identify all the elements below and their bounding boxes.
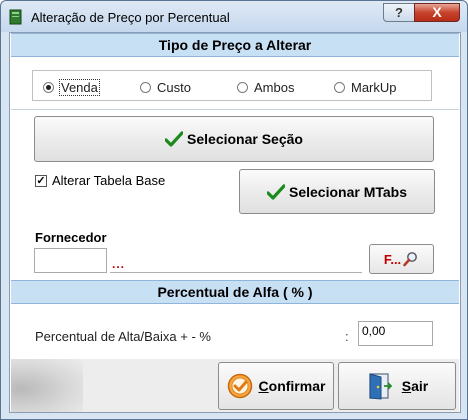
radio-custo[interactable]: Custo xyxy=(140,79,191,95)
title-bar[interactable]: Alteração de Preço por Percentual ? X xyxy=(1,1,467,32)
radio-markup-label: MarkUp xyxy=(351,79,397,95)
percent-field-label: Percentual de Alta/Baixa + - % xyxy=(35,329,211,344)
confirm-check-icon xyxy=(227,373,252,399)
select-mtabs-button[interactable]: Selecionar MTabs xyxy=(239,169,435,214)
close-button[interactable]: X xyxy=(414,3,460,22)
percent-header: Percentual de Alfa ( % ) xyxy=(11,280,459,304)
confirm-label: Confirmar xyxy=(258,378,326,394)
footer-bar: Confirmar Sair xyxy=(11,359,459,412)
check-icon xyxy=(266,183,285,200)
find-supplier-button[interactable]: F... xyxy=(369,244,434,274)
supplier-label: Fornecedor xyxy=(35,230,107,245)
price-type-radio-group: Venda Custo Ambos MarkUp xyxy=(32,70,432,101)
alter-base-table-label: Alterar Tabela Base xyxy=(52,173,166,188)
select-section-label: Selecionar Seção xyxy=(187,131,303,147)
percent-input[interactable]: 0,00 xyxy=(358,321,433,346)
divider xyxy=(11,109,459,110)
supplier-name-field xyxy=(110,272,362,273)
app-book-icon xyxy=(9,9,22,25)
radio-venda[interactable]: Venda xyxy=(43,78,100,96)
price-type-header: Tipo de Preço a Alterar xyxy=(11,33,459,57)
exit-door-icon xyxy=(369,373,393,400)
radio-ambos-label: Ambos xyxy=(254,79,295,95)
footer-decoration xyxy=(11,359,83,412)
radio-custo-indicator[interactable] xyxy=(140,81,151,93)
radio-ambos-indicator[interactable] xyxy=(237,81,248,93)
radio-markup-indicator[interactable] xyxy=(334,81,345,93)
help-button[interactable]: ? xyxy=(383,3,415,22)
confirm-button[interactable]: Confirmar xyxy=(218,362,334,410)
find-supplier-label: F... xyxy=(383,251,402,267)
check-icon xyxy=(165,131,184,147)
alter-base-table-checkbox[interactable]: ✓ Alterar Tabela Base xyxy=(35,173,165,188)
supplier-name-placeholder: ... xyxy=(112,257,126,271)
radio-markup[interactable]: MarkUp xyxy=(334,79,397,95)
supplier-code-input[interactable] xyxy=(34,248,107,273)
dialog-body: Tipo de Preço a Alterar Venda Custo Ambo… xyxy=(9,32,461,413)
dialog-window: Alteração de Preço por Percentual ? X Ti… xyxy=(0,0,468,420)
radio-venda-indicator[interactable] xyxy=(43,81,54,93)
alter-base-table-box[interactable]: ✓ xyxy=(35,174,47,187)
select-mtabs-label: Selecionar MTabs xyxy=(288,183,407,200)
window-title: Alteração de Preço por Percentual xyxy=(31,10,230,25)
exit-button[interactable]: Sair xyxy=(338,362,456,410)
magnifier-icon xyxy=(403,252,418,267)
exit-label: Sair xyxy=(401,378,429,394)
radio-ambos[interactable]: Ambos xyxy=(237,79,294,95)
percent-colon: : xyxy=(345,329,349,344)
select-section-button[interactable]: Selecionar Seção xyxy=(34,116,434,162)
radio-custo-label: Custo xyxy=(157,79,191,95)
radio-venda-label: Venda xyxy=(59,78,100,96)
